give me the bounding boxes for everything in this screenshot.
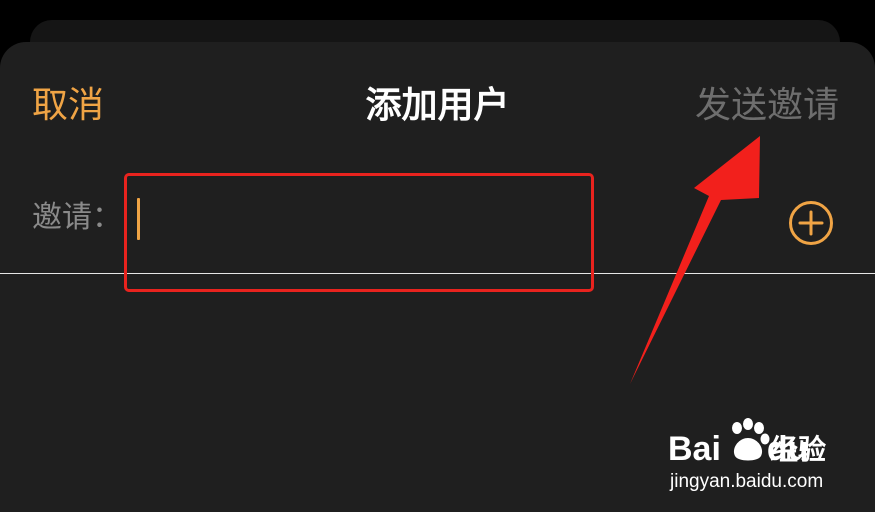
annotation-highlight-box: [124, 173, 594, 292]
send-invite-button[interactable]: 发送邀请: [695, 84, 839, 128]
screen: 取消 添加用户 发送邀请 邀请： Bai du 经验 jingyan.baidu.…: [0, 0, 875, 512]
watermark-url: jingyan.baidu.com: [670, 471, 824, 492]
invite-label: 邀请：: [32, 200, 122, 235]
baidu-jingyan-watermark: Bai du 经验 jingyan.baidu.com: [668, 418, 838, 498]
watermark-brand-left: Bai: [668, 430, 721, 468]
plus-circle-icon[interactable]: [788, 200, 834, 246]
paw-icon: [732, 418, 770, 461]
watermark-product: 经验: [770, 433, 827, 466]
